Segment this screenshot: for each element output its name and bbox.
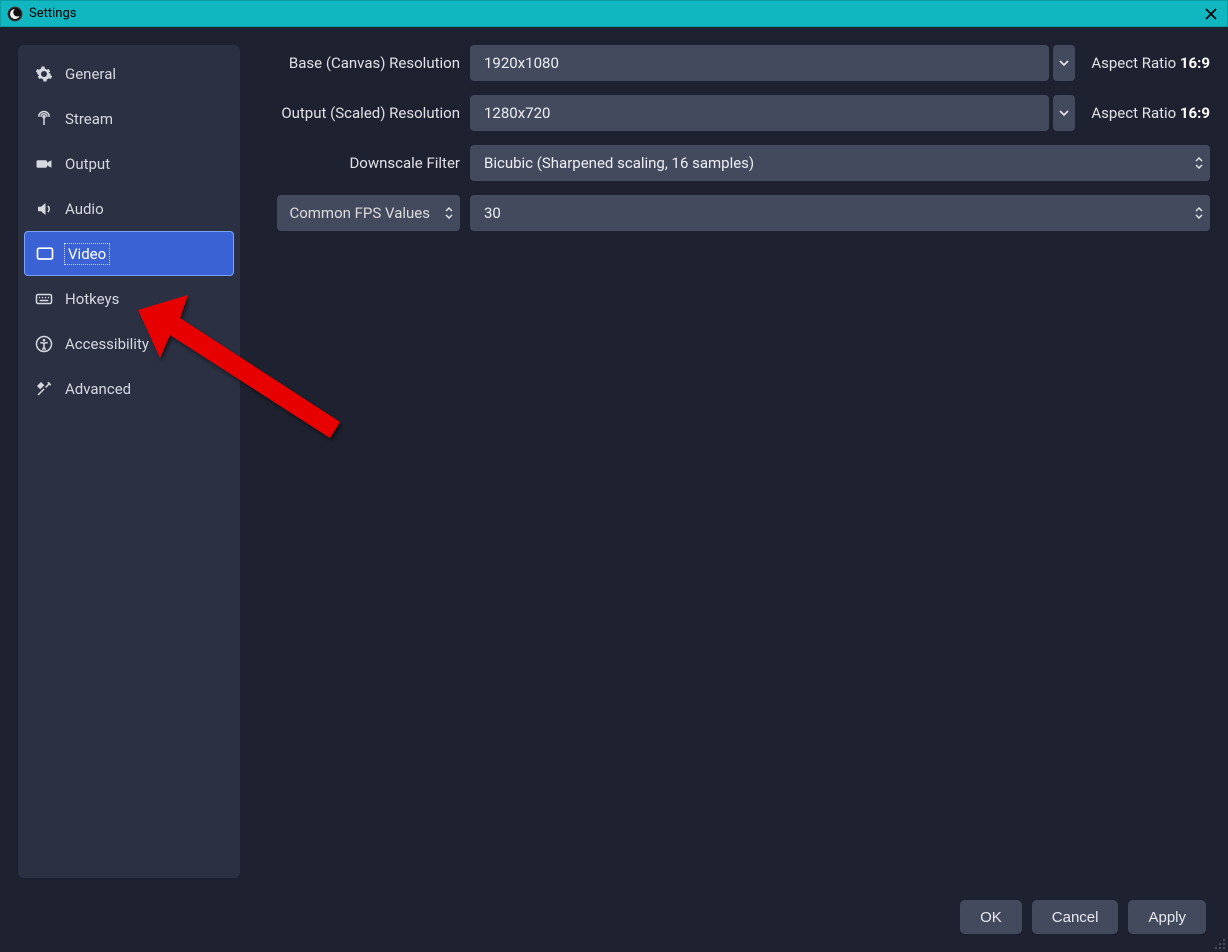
base-aspect-ratio: Aspect Ratio 16:9	[1091, 54, 1210, 72]
sidebar-item-advanced[interactable]: Advanced	[24, 366, 234, 411]
chevron-down-icon	[1059, 58, 1069, 68]
dialog-footer: OK Cancel Apply	[0, 896, 1228, 952]
aspect-prefix: Aspect Ratio	[1091, 54, 1180, 72]
apply-button[interactable]: Apply	[1128, 900, 1206, 934]
sidebar-item-label: Output	[65, 155, 110, 173]
sidebar-item-stream[interactable]: Stream	[24, 96, 234, 141]
sidebar-item-label: Accessibility	[65, 335, 149, 353]
gear-icon	[34, 64, 54, 84]
chevron-down-icon	[1059, 108, 1069, 118]
updown-icon	[1194, 206, 1204, 220]
output-resolution-dropdown-button[interactable]	[1053, 95, 1075, 131]
base-resolution-combo[interactable]: 1920x1080	[470, 45, 1049, 81]
settings-sidebar: General Stream Output Audio Video	[18, 45, 240, 878]
sidebar-item-hotkeys[interactable]: Hotkeys	[24, 276, 234, 321]
output-resolution-label: Output (Scaled) Resolution	[262, 104, 460, 122]
titlebar-left: Settings	[7, 6, 76, 22]
sidebar-item-label: General	[65, 65, 116, 83]
window-title: Settings	[29, 6, 76, 21]
fps-mode-combo[interactable]: Common FPS Values	[277, 195, 460, 231]
updown-icon	[1194, 156, 1204, 170]
fps-mode-stepper[interactable]	[438, 195, 460, 231]
sidebar-item-label: Hotkeys	[65, 290, 119, 308]
downscale-filter-value: Bicubic (Sharpened scaling, 16 samples)	[470, 154, 1188, 172]
downscale-filter-combo[interactable]: Bicubic (Sharpened scaling, 16 samples)	[470, 145, 1210, 181]
updown-icon	[444, 206, 454, 220]
base-resolution-dropdown-button[interactable]	[1053, 45, 1075, 81]
output-resolution-combo[interactable]: 1280x720	[470, 95, 1049, 131]
fps-value-stepper[interactable]	[1188, 195, 1210, 231]
speaker-icon	[34, 199, 54, 219]
tools-icon	[34, 379, 54, 399]
sidebar-item-video[interactable]: Video	[24, 231, 234, 276]
titlebar: Settings	[0, 0, 1228, 27]
sidebar-item-output[interactable]: Output	[24, 141, 234, 186]
antenna-icon	[34, 109, 54, 129]
fps-value: 30	[470, 204, 1188, 222]
output-aspect-ratio: Aspect Ratio 16:9	[1091, 104, 1210, 122]
camera-icon	[34, 154, 54, 174]
fps-mode-label: Common FPS Values	[289, 204, 430, 222]
base-resolution-value: 1920x1080	[470, 54, 1049, 72]
obs-app-icon	[7, 6, 23, 22]
sidebar-item-label: Advanced	[65, 380, 131, 398]
aspect-value: 16:9	[1180, 104, 1210, 122]
close-icon[interactable]	[1205, 8, 1217, 20]
output-resolution-value: 1280x720	[470, 104, 1049, 122]
downscale-filter-label: Downscale Filter	[262, 154, 460, 172]
downscale-filter-stepper[interactable]	[1188, 145, 1210, 181]
sidebar-item-accessibility[interactable]: Accessibility	[24, 321, 234, 366]
sidebar-item-label: Stream	[65, 110, 113, 128]
aspect-value: 16:9	[1180, 54, 1210, 72]
aspect-prefix: Aspect Ratio	[1091, 104, 1180, 122]
cancel-button[interactable]: Cancel	[1032, 900, 1119, 934]
base-resolution-label: Base (Canvas) Resolution	[262, 54, 460, 72]
ok-button[interactable]: OK	[960, 900, 1022, 934]
sidebar-item-label: Audio	[65, 200, 104, 218]
sidebar-item-label: Video	[66, 245, 108, 263]
sidebar-item-general[interactable]: General	[24, 51, 234, 96]
accessibility-icon	[34, 334, 54, 354]
video-settings-panel: Base (Canvas) Resolution 1920x1080 Aspec…	[262, 45, 1210, 878]
keyboard-icon	[34, 289, 54, 309]
fps-value-combo[interactable]: 30	[470, 195, 1210, 231]
resize-grip-icon[interactable]	[1212, 936, 1226, 950]
monitor-icon	[35, 244, 55, 264]
sidebar-item-audio[interactable]: Audio	[24, 186, 234, 231]
